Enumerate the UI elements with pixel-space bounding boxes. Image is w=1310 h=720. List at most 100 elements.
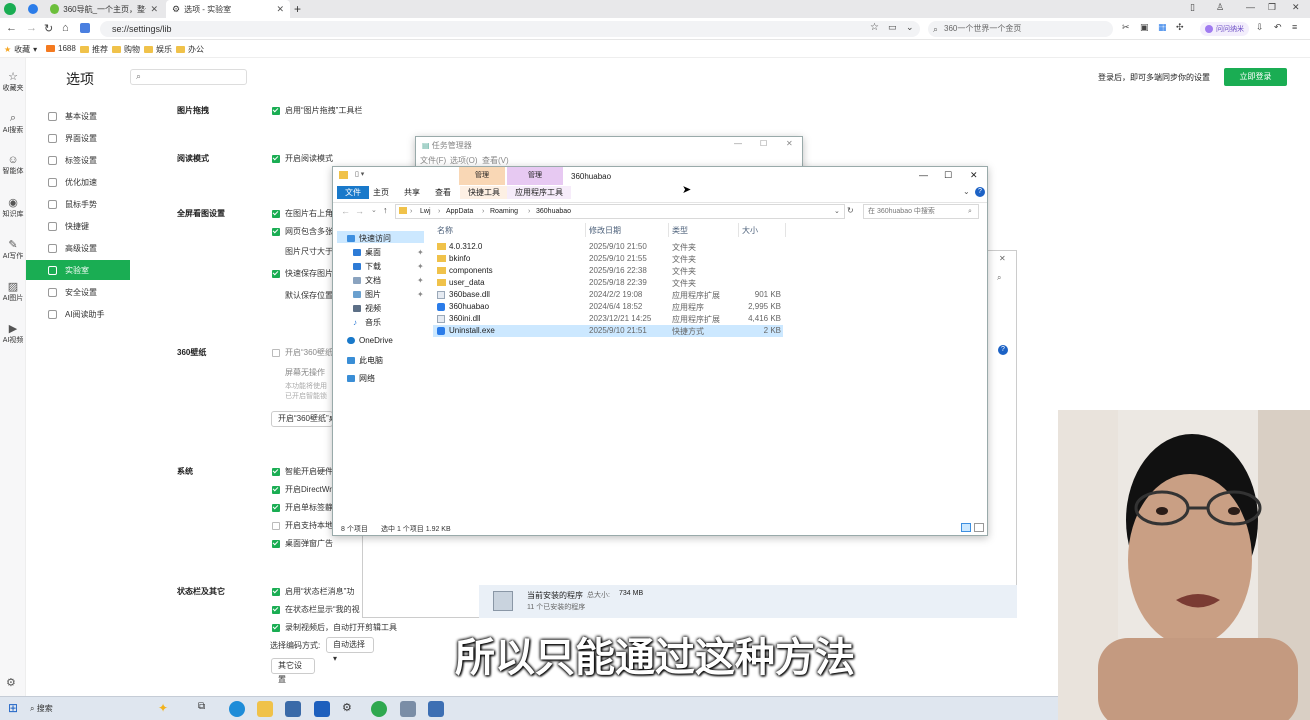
minimize-icon[interactable]: — [919, 170, 928, 180]
column-date[interactable]: 修改日期 [589, 225, 621, 236]
chevron-down-icon[interactable]: ⌄ [834, 205, 840, 218]
maximize-icon[interactable]: ☐ [760, 139, 767, 148]
ribbon-tab-view[interactable]: 查看 [427, 186, 459, 199]
reload-icon[interactable]: ↻ [44, 22, 53, 35]
bookmark-recommend[interactable]: 推荐 [80, 44, 108, 55]
tree-videos[interactable]: 视频 [353, 303, 381, 314]
settings-gear-icon[interactable]: ⚙ [6, 676, 16, 689]
task-manager-icon[interactable] [428, 701, 444, 717]
list-item[interactable]: 360ini.dll 2023/12/21 14:25 应用程序扩展 4,416 KB [433, 313, 783, 325]
back-icon[interactable]: ← [341, 206, 350, 216]
close-icon[interactable]: ✕ [999, 254, 1006, 263]
help-icon[interactable]: ? [998, 345, 1008, 355]
ribbon-tab-quick-tools[interactable]: 快捷工具 [460, 186, 508, 199]
column-size[interactable]: 大小 [742, 225, 758, 236]
bookmark-entertainment[interactable]: 娱乐 [144, 44, 172, 55]
download-icon[interactable]: ⇩ [1256, 22, 1264, 33]
path-input[interactable]: › Lwj › AppData › Roaming › 360huabao ⌄ [395, 204, 845, 219]
forward-icon[interactable]: → [355, 206, 364, 216]
browser-360-icon[interactable] [371, 701, 387, 717]
list-item[interactable]: 360base.dll 2024/2/2 19:08 应用程序扩展 901 KB [433, 289, 783, 301]
checkbox-sys-3[interactable]: 开启单标签静 [272, 502, 333, 513]
shield-icon[interactable] [28, 4, 38, 14]
tree-network[interactable]: 网络 [347, 373, 375, 384]
bookmark-office[interactable]: 办公 [176, 44, 204, 55]
shirt-icon[interactable]: ♙ [1216, 2, 1224, 13]
tab-settings-lab[interactable]: ⚙ 选项 - 实验室 ✕ [166, 0, 290, 18]
undo-icon[interactable]: ↶ [1274, 22, 1282, 33]
window-icon[interactable]: ▣ [1140, 22, 1149, 33]
restore-icon[interactable]: ❐ [1268, 2, 1276, 13]
file-explorer-icon[interactable] [257, 701, 273, 717]
star-icon[interactable]: ☆ [870, 22, 879, 33]
path-segment[interactable]: 360huabao [536, 205, 571, 218]
extension-icon[interactable]: ✣ [1176, 22, 1184, 33]
tree-downloads[interactable]: 下载 ✦ [353, 261, 424, 272]
rail-ai-search[interactable]: ⌕ AI搜索 [0, 112, 26, 135]
close-tab-icon[interactable]: ✕ [150, 4, 158, 15]
path-segment[interactable]: Roaming [490, 205, 518, 218]
list-item[interactable]: 4.0.312.0 2025/9/10 21:50 文件夹 [433, 241, 783, 253]
quick-access-toolbar[interactable]: ▯ ▾ [355, 170, 364, 178]
nav-basic[interactable]: 基本设置 [26, 106, 130, 126]
tree-desktop[interactable]: 桌面 ✦ [353, 247, 424, 258]
url-input[interactable]: se://settings/lib [100, 21, 920, 37]
list-item-selected[interactable]: Uninstall.exe 2025/9/10 21:51 快捷方式 2 KB [433, 325, 783, 337]
browser-logo-icon[interactable] [4, 3, 16, 15]
nav-advanced[interactable]: 高级设置 [26, 238, 130, 258]
checkbox-fs-2[interactable]: 网页包含多张 [272, 226, 333, 237]
checkbox-sys-1[interactable]: 智能开启硬件 [272, 466, 333, 477]
close-window-icon[interactable]: ✕ [1292, 2, 1300, 13]
scissors-icon[interactable]: ✂ [1122, 22, 1130, 33]
close-icon[interactable]: ✕ [786, 139, 793, 148]
checkbox-fs-3[interactable]: 快速保存图片 [272, 268, 333, 279]
close-icon[interactable]: ✕ [970, 170, 978, 181]
minimize-icon[interactable]: — [734, 139, 742, 148]
recent-icon[interactable]: ⌄ [371, 206, 377, 214]
rail-favorites[interactable]: ☆ 收藏夹 [0, 70, 26, 93]
nav-lab[interactable]: 实验室 [26, 260, 130, 280]
tree-music[interactable]: ♪ 音乐 [353, 317, 381, 328]
settings-search-input[interactable]: ⌕ [130, 69, 247, 85]
nav-mouse-gesture[interactable]: 鼠标手势 [26, 194, 130, 214]
user-badge[interactable]: 问问纳米 [1200, 22, 1249, 36]
image-icon[interactable]: ▦ [1158, 22, 1167, 33]
list-item[interactable]: 360huabao 2024/6/4 18:52 应用程序 2,995 KB [433, 301, 783, 313]
context-tab-manage-2[interactable]: 管理 [507, 167, 563, 185]
nav-tabs[interactable]: 标签设置 [26, 150, 130, 170]
taskbar-search[interactable]: ⌕ 搜索 [30, 700, 150, 718]
forward-icon[interactable]: → [26, 22, 37, 34]
nav-optimize[interactable]: 优化加速 [26, 172, 130, 192]
windows-start-icon[interactable]: ⊞ [8, 701, 18, 715]
search-icon[interactable]: ⌕ [997, 273, 1001, 283]
ai-icon[interactable] [80, 23, 90, 33]
bookmark-shopping[interactable]: 购物 [112, 44, 140, 55]
nav-ai-reading[interactable]: AI阅读助手 [26, 304, 130, 324]
checkbox-sys-4[interactable]: 开启支持本地 [272, 520, 333, 531]
explorer-search-input[interactable]: 在 360huabao 中搜索 ⌕ [863, 204, 979, 219]
rail-knowledge[interactable]: ◉ 知识库 [0, 196, 26, 219]
bookmark-1688[interactable]: 1688 [46, 44, 76, 53]
menu-view[interactable]: 查看(V) [482, 155, 509, 166]
login-button[interactable]: 立即登录 [1224, 68, 1287, 86]
tab-360-nav[interactable]: 360导航_一个主页，整个世... ✕ [44, 0, 164, 18]
checkbox-image-drag[interactable]: 启用“图片拖拽”工具栏 [272, 105, 362, 116]
outlook-icon[interactable] [314, 701, 330, 717]
ribbon-tab-share[interactable]: 共享 [396, 186, 428, 199]
wallpaper-button[interactable]: 开启“360壁纸”桌 [271, 411, 333, 427]
checkbox-sys-5[interactable]: 桌面弹窗广告 [272, 538, 333, 549]
maximize-icon[interactable]: ☐ [944, 170, 952, 181]
ribbon-tab-home[interactable]: 主页 [365, 186, 397, 199]
minimize-icon[interactable]: — [1246, 2, 1255, 12]
path-segment[interactable]: AppData [446, 205, 473, 218]
rail-agent[interactable]: ☺ 智能体 [0, 154, 26, 176]
help-icon[interactable]: ? [975, 187, 985, 197]
up-icon[interactable]: ↑ [383, 205, 388, 215]
rail-ai-writing[interactable]: ✎ AI写作 [0, 238, 26, 261]
ribbon-expand-icon[interactable]: ⌄ [963, 187, 970, 196]
path-segment[interactable]: Lwj [420, 205, 431, 218]
task-view-icon[interactable]: ⧉ [198, 701, 214, 717]
ribbon-tab-app-tools[interactable]: 应用程序工具 [507, 186, 571, 199]
nav-shortcuts[interactable]: 快捷键 [26, 216, 130, 236]
close-tab-icon[interactable]: ✕ [276, 4, 284, 15]
